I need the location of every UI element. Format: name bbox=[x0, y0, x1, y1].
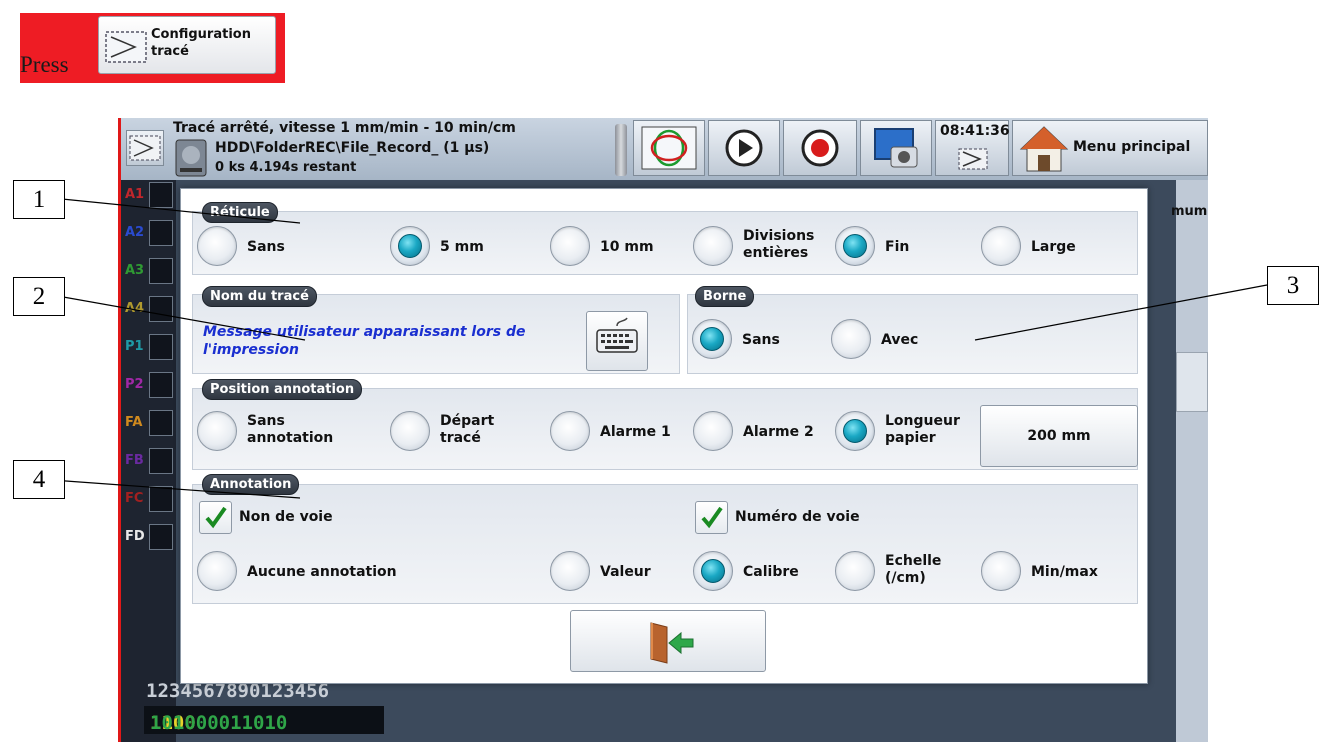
callout-4: 4 bbox=[13, 460, 65, 499]
callout-3: 3 bbox=[1267, 266, 1319, 305]
callout-lines bbox=[51, 197, 1268, 499]
callout-1: 1 bbox=[13, 180, 65, 219]
callout-2: 2 bbox=[13, 277, 65, 316]
